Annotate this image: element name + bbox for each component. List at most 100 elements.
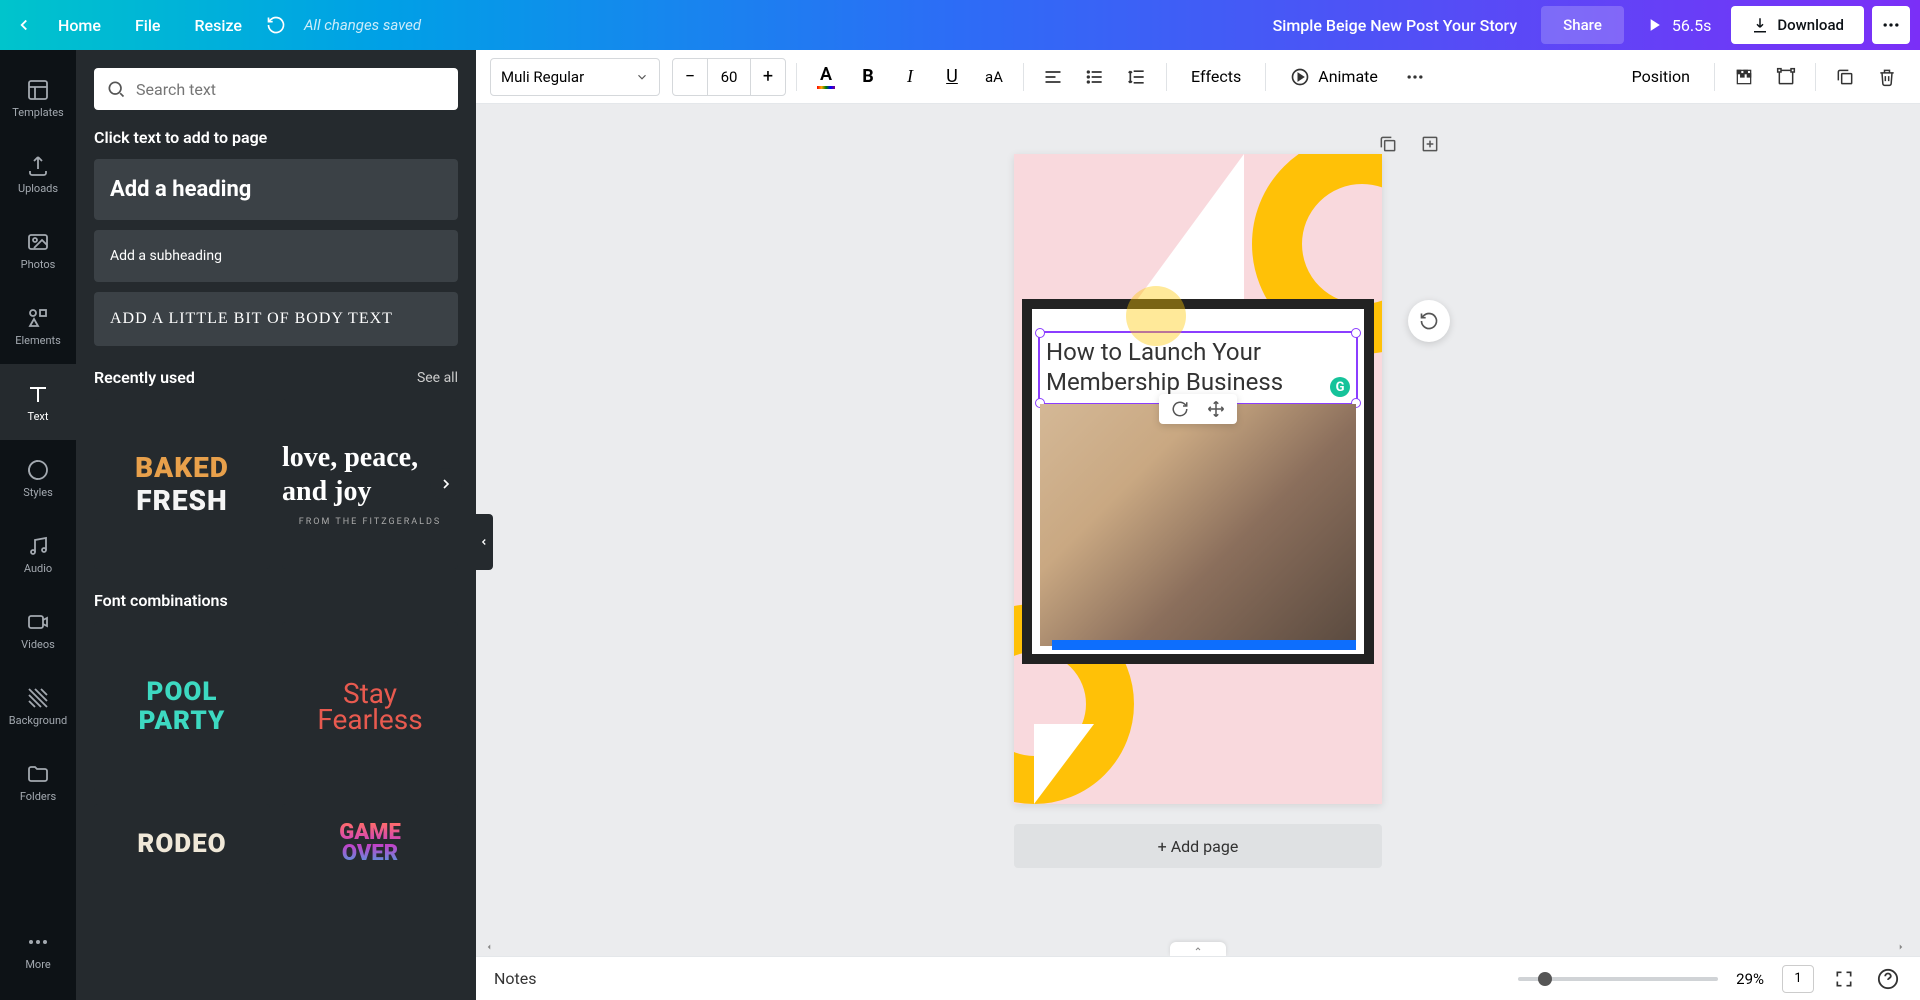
zoom-thumb[interactable] <box>1538 972 1552 986</box>
decrease-size-button[interactable]: − <box>673 59 707 95</box>
zoom-percentage[interactable]: 29% <box>1736 970 1764 988</box>
fullscreen-icon[interactable] <box>1830 965 1858 993</box>
next-arrow-icon[interactable] <box>430 468 462 500</box>
rail-audio[interactable]: Audio <box>0 516 76 592</box>
help-icon[interactable] <box>1874 965 1902 993</box>
color-swatch <box>817 86 835 89</box>
hscroll-right-icon[interactable] <box>1896 942 1912 954</box>
position-button[interactable]: Position <box>1618 58 1704 96</box>
design-page[interactable]: How to Launch Your Membership Business G <box>1014 154 1382 804</box>
bold-button[interactable]: B <box>849 58 887 96</box>
grammarly-icon[interactable]: G <box>1330 377 1350 397</box>
rail-background[interactable]: Background <box>0 668 76 744</box>
thumb-text: Fearless <box>317 703 422 736</box>
chevron-down-icon <box>635 70 649 84</box>
more-toolbar-button[interactable] <box>1396 58 1434 96</box>
font-thumb-gameover[interactable]: GAMEOVER <box>282 804 458 884</box>
combo-thumbs: POOLPARTY StayFearless <box>94 622 458 792</box>
add-body-text-button[interactable]: Add a little bit of body text <box>94 292 458 346</box>
divider <box>1265 63 1266 91</box>
rail-uploads[interactable]: Uploads <box>0 136 76 212</box>
rail-label: Videos <box>21 638 55 651</box>
move-icon[interactable] <box>1207 400 1225 418</box>
italic-button[interactable]: I <box>891 58 929 96</box>
instruction-label: Click text to add to page <box>94 128 458 147</box>
font-thumb-fearless[interactable]: StayFearless <box>282 622 458 792</box>
duration-label: 56.5s <box>1672 16 1711 35</box>
rail-videos[interactable]: Videos <box>0 592 76 668</box>
animate-button[interactable]: Animate <box>1276 58 1392 96</box>
canvas-area[interactable]: How to Launch Your Membership Business G… <box>476 104 1920 956</box>
rotate-icon[interactable] <box>1171 400 1189 418</box>
home-button[interactable]: Home <box>44 10 115 41</box>
rail-text[interactable]: Text <box>0 364 76 440</box>
rail-label: Text <box>28 410 49 423</box>
spacing-button[interactable] <box>1118 58 1156 96</box>
thumb-text: RODEO <box>137 829 226 859</box>
font-size-input[interactable]: 60 <box>707 59 751 95</box>
divider <box>1166 63 1167 91</box>
download-button[interactable]: Download <box>1731 6 1864 44</box>
add-page-button[interactable]: + Add page <box>1014 824 1382 868</box>
save-status: All changes saved <box>304 16 421 34</box>
duplicate-button[interactable] <box>1826 58 1864 96</box>
notes-button[interactable]: Notes <box>494 969 537 988</box>
font-thumb-pool[interactable]: POOLPARTY <box>94 622 270 792</box>
transparency-button[interactable] <box>1725 58 1763 96</box>
case-button[interactable]: aA <box>975 58 1013 96</box>
page-indicator[interactable]: 1 <box>1782 965 1814 993</box>
underline-button[interactable]: U <box>933 58 971 96</box>
resize-handle[interactable] <box>1035 328 1045 338</box>
more-button[interactable] <box>1872 6 1910 44</box>
back-icon[interactable] <box>10 11 38 39</box>
effects-button[interactable]: Effects <box>1177 58 1255 96</box>
cursor-highlight <box>1126 286 1186 346</box>
recent-thumbs: BAKED FRESH love, peace, and joy FROM TH… <box>94 399 458 569</box>
text-color-button[interactable]: A <box>807 58 845 96</box>
font-family-select[interactable]: Muli Regular <box>490 58 660 96</box>
collapse-panel-icon[interactable] <box>476 514 493 570</box>
expand-timeline-icon[interactable] <box>1170 942 1226 956</box>
add-heading-button[interactable]: Add a heading <box>94 159 458 220</box>
rail-styles[interactable]: Styles <box>0 440 76 516</box>
add-page-icon[interactable] <box>1414 128 1446 160</box>
resize-handle[interactable] <box>1351 328 1361 338</box>
topbar-right: Simple Beige New Post Your Story Share 5… <box>1273 6 1910 44</box>
rail-elements[interactable]: Elements <box>0 288 76 364</box>
rail-label: Audio <box>24 562 52 575</box>
video-inner: How to Launch Your Membership Business G <box>1032 309 1364 654</box>
lock-button[interactable] <box>1767 58 1805 96</box>
shape-triangle <box>1034 724 1094 804</box>
left-rail: Templates Uploads Photos Elements Text S… <box>0 50 76 1000</box>
rail-photos[interactable]: Photos <box>0 212 76 288</box>
increase-size-button[interactable]: + <box>751 59 785 95</box>
delete-button[interactable] <box>1868 58 1906 96</box>
bottom-bar: Notes 29% 1 <box>476 956 1920 1000</box>
search-input[interactable] <box>136 80 446 99</box>
see-all-link[interactable]: See all <box>417 370 458 386</box>
font-name: Muli Regular <box>501 68 584 86</box>
zoom-slider[interactable] <box>1518 977 1718 981</box>
list-button[interactable] <box>1076 58 1114 96</box>
text-panel: Click text to add to page Add a heading … <box>76 50 476 1000</box>
undo-icon[interactable] <box>262 11 290 39</box>
rail-more[interactable]: More <box>0 912 76 988</box>
font-thumb-rodeo[interactable]: RODEO <box>94 804 270 884</box>
align-button[interactable] <box>1034 58 1072 96</box>
text-content[interactable]: How to Launch Your Membership Business <box>1040 333 1356 401</box>
resize-button[interactable]: Resize <box>180 10 255 41</box>
file-menu[interactable]: File <box>121 10 175 41</box>
rail-templates[interactable]: Templates <box>0 60 76 136</box>
present-button[interactable]: 56.5s <box>1632 15 1723 35</box>
rail-folders[interactable]: Folders <box>0 744 76 820</box>
rail-label: Elements <box>15 334 61 347</box>
document-title[interactable]: Simple Beige New Post Your Story <box>1273 16 1518 35</box>
video-thumbnail <box>1040 404 1356 646</box>
video-frame[interactable]: How to Launch Your Membership Business G <box>1022 299 1374 664</box>
rail-label: Background <box>9 714 67 727</box>
hscroll-left-icon[interactable] <box>484 942 500 954</box>
font-thumb-baked[interactable]: BAKED FRESH <box>94 399 270 569</box>
refresh-icon[interactable] <box>1408 300 1450 342</box>
share-button[interactable]: Share <box>1541 6 1624 44</box>
add-subheading-button[interactable]: Add a subheading <box>94 230 458 282</box>
